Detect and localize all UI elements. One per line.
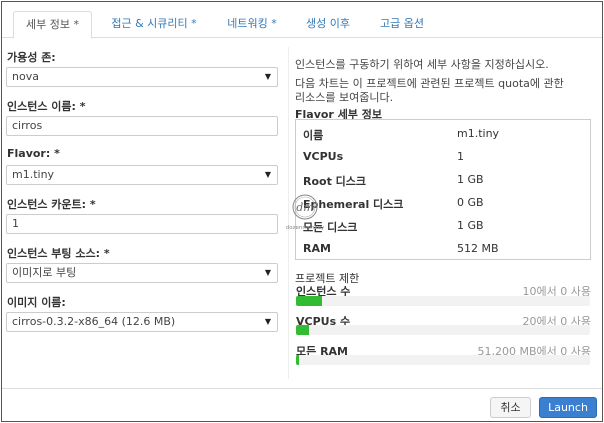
chevron-down-icon: ▼ bbox=[264, 317, 271, 326]
image-name-label: 이미지 이름: bbox=[7, 296, 66, 309]
chevron-down-icon: ▼ bbox=[264, 268, 271, 277]
image-name-value: cirros-0.3.2-x86_64 (12.6 MB) bbox=[12, 315, 176, 328]
quota-fill-vcpus bbox=[296, 325, 310, 335]
boot-source-label: 인스턴스 부팅 소스: * bbox=[7, 247, 110, 260]
flavor-label: Flavor: * bbox=[7, 147, 60, 160]
flavor-row: 모든 디스크 1 GB bbox=[296, 214, 590, 237]
tab-networking[interactable]: 네트워킹 * bbox=[216, 11, 288, 38]
quota-bar-vcpus bbox=[296, 325, 590, 335]
boot-source-value: 이미지로 부팅 bbox=[12, 266, 77, 279]
flavor-value: m1.tiny bbox=[457, 127, 500, 140]
chevron-down-icon: ▼ bbox=[264, 72, 271, 81]
flavor-row: RAM 512 MB bbox=[296, 237, 590, 260]
flavor-value: 1 GB bbox=[457, 173, 484, 186]
flavor-value: 1 GB bbox=[457, 219, 484, 232]
launch-button[interactable]: Launch bbox=[539, 397, 597, 418]
availability-zone-value: nova bbox=[12, 70, 39, 83]
image-name-select[interactable]: cirros-0.3.2-x86_64 (12.6 MB) ▼ bbox=[6, 312, 278, 332]
flavor-key: RAM bbox=[303, 242, 331, 255]
tab-advanced-options[interactable]: 고급 옵션 bbox=[368, 11, 436, 38]
flavor-value: 512 MB bbox=[457, 242, 499, 255]
dialog-footer: 취소 Launch bbox=[2, 388, 602, 421]
chevron-down-icon: ▼ bbox=[264, 170, 271, 179]
info-text-3: 리소스를 보여줍니다. bbox=[295, 91, 394, 104]
watermark-logo: dm dozenmonkey bbox=[285, 189, 325, 237]
tab-post-creation[interactable]: 생성 이후 bbox=[294, 11, 362, 38]
tab-details[interactable]: 세부 정보 * bbox=[13, 11, 92, 39]
flavor-row: Root 디스크 1 GB bbox=[296, 168, 590, 191]
instance-count-input[interactable]: 1 bbox=[6, 214, 278, 234]
instance-name-label: 인스턴스 이름: * bbox=[7, 100, 86, 113]
svg-text:dozenmonkey: dozenmonkey bbox=[286, 225, 325, 231]
flavor-value: m1.tiny bbox=[12, 168, 55, 181]
flavor-row: 이름 m1.tiny bbox=[296, 122, 590, 145]
quota-bar-ram bbox=[296, 355, 590, 365]
flavor-value: 0 GB bbox=[457, 196, 484, 209]
flavor-row: Ephemeral 디스크 0 GB bbox=[296, 191, 590, 214]
quota-bar-instances bbox=[296, 296, 590, 306]
flavor-key: 이름 bbox=[303, 129, 324, 142]
availability-zone-select[interactable]: nova ▼ bbox=[6, 67, 278, 87]
instance-count-label: 인스턴스 카운트: * bbox=[7, 198, 96, 211]
availability-zone-label: 가용성 존: bbox=[7, 51, 56, 64]
quota-fill-instances bbox=[296, 296, 323, 306]
info-text-1: 인스턴스를 구동하기 위하여 세부 사항을 지정하십시오. bbox=[295, 58, 549, 71]
launch-instance-dialog: 세부 정보 * 접근 & 시큐리티 * 네트워킹 * 생성 이후 고급 옵션 가… bbox=[1, 1, 603, 422]
cancel-button[interactable]: 취소 bbox=[490, 397, 531, 418]
svg-text:dm: dm bbox=[296, 201, 313, 214]
tab-access-security[interactable]: 접근 & 시큐리티 * bbox=[98, 11, 210, 38]
flavor-select[interactable]: m1.tiny ▼ bbox=[6, 165, 278, 185]
flavor-key: VCPUs bbox=[303, 150, 344, 163]
flavor-details-table: 이름 m1.tiny VCPUs 1 Root 디스크 1 GB Ephemer… bbox=[295, 119, 591, 260]
instance-name-input[interactable]: cirros bbox=[6, 116, 278, 136]
tab-bar: 세부 정보 * 접근 & 시큐리티 * 네트워킹 * 생성 이후 고급 옵션 bbox=[2, 2, 602, 39]
flavor-row: VCPUs 1 bbox=[296, 145, 590, 168]
flavor-value: 1 bbox=[457, 150, 464, 163]
flavor-key: Root 디스크 bbox=[303, 175, 367, 188]
boot-source-select[interactable]: 이미지로 부팅 ▼ bbox=[6, 263, 278, 283]
quota-fill-ram bbox=[296, 355, 299, 365]
